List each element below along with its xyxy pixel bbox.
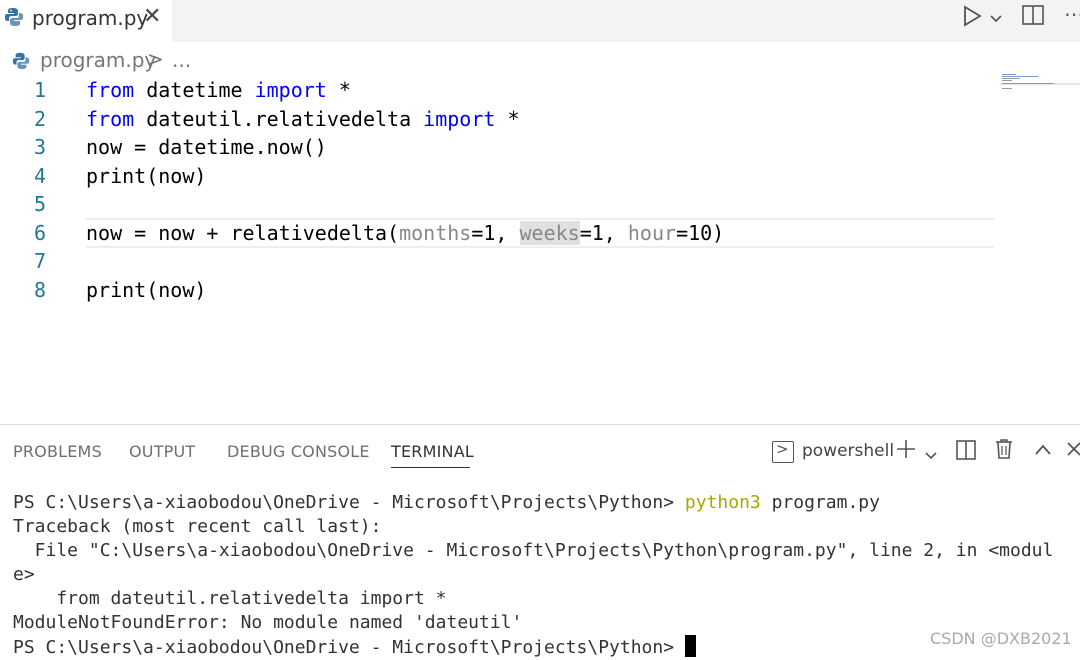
tab-terminal[interactable]: TERMINAL: [391, 442, 474, 461]
line-number: 6: [33, 221, 46, 245]
breadcrumb-more[interactable]: ...: [172, 48, 191, 72]
code-line: 1 from datetime import *: [0, 76, 1000, 104]
close-panel-icon[interactable]: [1066, 441, 1080, 461]
code-line: 2 from dateutil.relativedelta import *: [0, 105, 1000, 133]
line-number: 5: [33, 192, 46, 216]
code-line: 3 now = datetime.now(): [0, 133, 1000, 161]
code-line: 7: [0, 247, 1000, 275]
line-number: 3: [33, 135, 46, 159]
shell-label: powershell: [802, 441, 895, 461]
code-text: print(now): [86, 278, 207, 302]
close-icon[interactable]: ✕: [143, 4, 161, 29]
trash-icon[interactable]: [993, 438, 1015, 464]
run-icon[interactable]: [962, 4, 984, 32]
editor-tab-bar: program.py ✕ ⋯: [0, 0, 1080, 42]
terminal-command-args: program.py: [760, 492, 880, 513]
terminal-line: PS C:\Users\a-xiaobodou\OneDrive - Micro…: [13, 491, 1080, 515]
code-editor[interactable]: 1 from datetime import * 2 from dateutil…: [0, 76, 1000, 416]
code-text: datetime: [134, 78, 255, 102]
terminal-output[interactable]: PS C:\Users\a-xiaobodou\OneDrive - Micro…: [13, 491, 1080, 659]
line-number: 2: [33, 107, 46, 131]
terminal-line: Traceback (most recent call last):: [13, 516, 382, 537]
split-terminal-icon[interactable]: [955, 439, 977, 465]
terminal-line: File "C:\Users\a-xiaobodou\OneDrive - Mi…: [13, 540, 1054, 561]
line-number: 7: [33, 249, 46, 273]
keyword: import: [423, 107, 496, 131]
code-text: print(now): [86, 164, 207, 188]
more-actions-icon[interactable]: ⋯: [1064, 2, 1080, 26]
terminal-cursor: [684, 635, 696, 657]
new-terminal-icon[interactable]: [895, 438, 917, 464]
python-file-icon: [12, 51, 30, 75]
terminal-line: PS C:\Users\a-xiaobodou\OneDrive - Micro…: [13, 635, 1080, 659]
code-text: =1,: [579, 221, 628, 245]
code-line: 4 print(now): [0, 162, 1000, 190]
code-line: 8 print(now): [0, 276, 1000, 304]
code-text: dateutil.relativedelta: [134, 107, 424, 131]
code-text: *: [495, 107, 520, 131]
code-line: 6 now = now + relativedelta(months=1, we…: [0, 219, 1000, 247]
terminal-prompt: PS C:\Users\a-xiaobodou\OneDrive - Micro…: [13, 637, 685, 658]
tab-output[interactable]: OUTPUT: [129, 442, 195, 461]
python-file-icon: [4, 7, 24, 31]
watermark: CSDN @DXB2021: [930, 629, 1072, 648]
line-number: 1: [33, 78, 46, 102]
param-hint-highlighted: weeks: [519, 221, 580, 245]
keyword: from: [86, 107, 135, 131]
active-tab-indicator: [391, 467, 470, 468]
code-line: 5: [0, 190, 1000, 218]
chevron-down-icon[interactable]: [989, 9, 1003, 28]
breadcrumb-file[interactable]: program.py: [40, 48, 156, 72]
code-text: =10): [676, 221, 725, 245]
minimap[interactable]: [1000, 72, 1080, 102]
tab-label: program.py: [32, 6, 149, 30]
keyword: from: [86, 78, 135, 102]
chevron-up-icon[interactable]: [1034, 442, 1052, 461]
terminal-line: e>: [13, 564, 35, 585]
tab-problems[interactable]: PROBLEMS: [13, 442, 102, 461]
chevron-right-icon: >: [147, 47, 164, 71]
keyword: import: [254, 78, 327, 102]
code-text: =1,: [471, 221, 520, 245]
terminal-command: python3: [684, 492, 761, 513]
split-editor-icon[interactable]: [1021, 4, 1045, 30]
param-hint: hour: [627, 221, 677, 245]
code-text: now = datetime.now(): [86, 135, 327, 159]
tab-debug-console[interactable]: DEBUG CONSOLE: [227, 442, 370, 461]
tab-program-py[interactable]: program.py ✕: [0, 0, 172, 42]
line-number: 4: [33, 164, 46, 188]
line-number: 8: [33, 278, 46, 302]
terminal-line: from dateutil.relativedelta import *: [13, 588, 447, 609]
code-text: *: [326, 78, 351, 102]
param-hint: months: [399, 221, 472, 245]
terminal-line: ModuleNotFoundError: No module named 'da…: [13, 612, 523, 633]
chevron-down-icon[interactable]: [924, 446, 938, 465]
terminal-prompt: PS C:\Users\a-xiaobodou\OneDrive - Micro…: [13, 492, 685, 513]
code-text: now = now + relativedelta(: [86, 221, 400, 245]
